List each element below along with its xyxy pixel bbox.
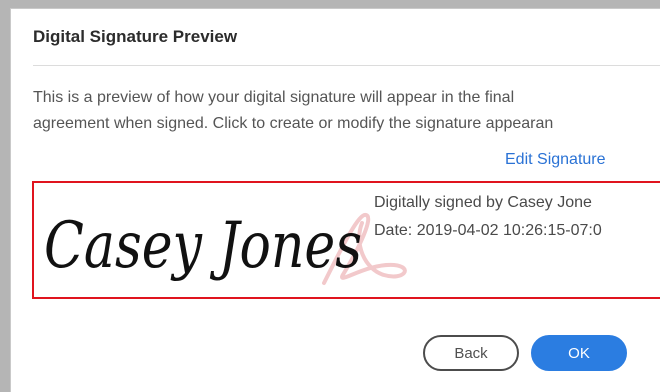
signature-preview-box[interactable]: Casey Jones Digitally signed by Casey Jo… bbox=[32, 181, 660, 299]
title-divider bbox=[33, 65, 660, 66]
edit-signature-link[interactable]: Edit Signature bbox=[505, 151, 606, 169]
svg-text:Casey Jones: Casey Jones bbox=[44, 209, 362, 283]
dialog-title: Digital Signature Preview bbox=[33, 27, 238, 46]
signed-by-text: Digitally signed by Casey Jone bbox=[374, 194, 592, 211]
signature-details: Digitally signed by Casey Jone Date: 201… bbox=[374, 189, 602, 245]
digital-signature-dialog: Digital Signature Preview This is a prev… bbox=[10, 8, 660, 392]
dialog-description: This is a preview of how your digital si… bbox=[33, 85, 660, 137]
description-line-2: agreement when signed. Click to create o… bbox=[33, 115, 554, 132]
handwritten-signature: Casey Jones bbox=[44, 209, 362, 283]
ok-button[interactable]: OK bbox=[531, 335, 627, 371]
signature-date-text: Date: 2019-04-02 10:26:15-07:0 bbox=[374, 222, 602, 239]
description-line-1: This is a preview of how your digital si… bbox=[33, 89, 515, 106]
back-button[interactable]: Back bbox=[423, 335, 519, 371]
